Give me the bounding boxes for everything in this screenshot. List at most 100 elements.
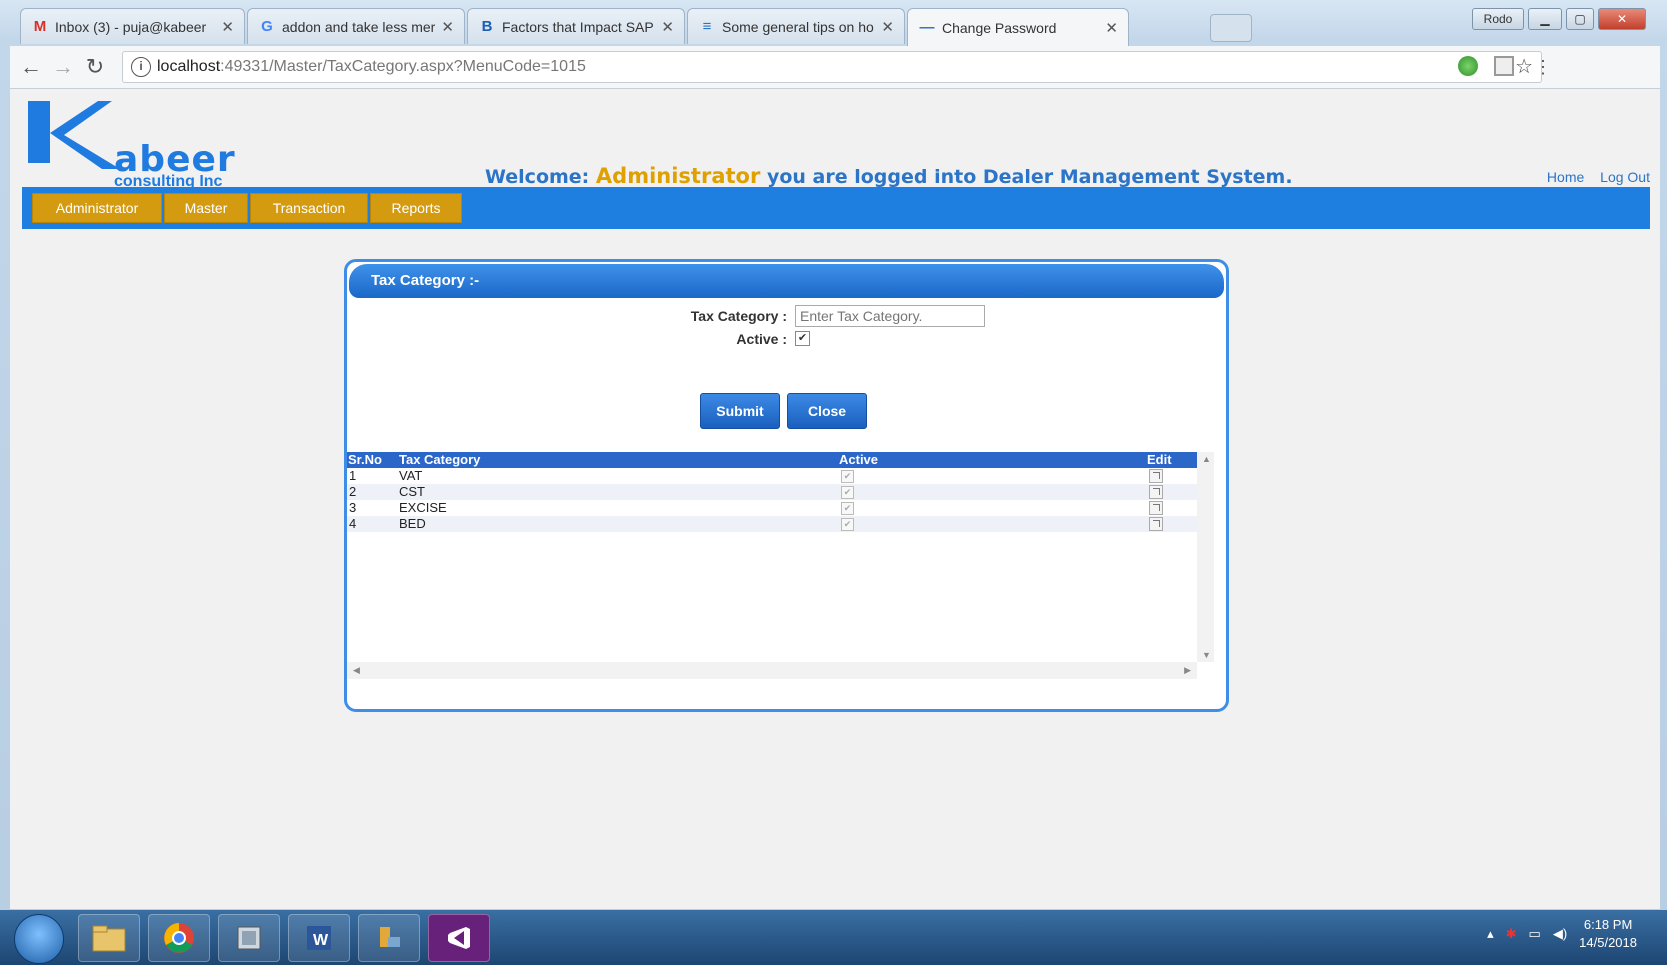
row-active-checkbox: ✔ [841, 502, 854, 515]
menu-kebab-icon[interactable]: ⋮ [1530, 54, 1556, 80]
submit-button[interactable]: Submit [700, 393, 780, 429]
table-row: 2 CST ✔ [347, 484, 1197, 500]
cell-srno: 2 [349, 484, 357, 499]
cell-tax-category: EXCISE [399, 500, 447, 515]
page-content: abeer consulting Inc Welcome: Administra… [10, 89, 1660, 909]
menu-administrator[interactable]: Administrator [32, 193, 162, 223]
column-header-srno: Sr.No [348, 452, 382, 467]
cell-srno: 1 [349, 468, 357, 483]
tab-change-password[interactable]: — Change Password ✕ [907, 8, 1129, 46]
clock-time: 6:18 PM [1583, 917, 1633, 932]
main-menu: Administrator Master Transaction Reports [22, 187, 1650, 229]
system-tray: ▴ ✱ ▭ ◀) 6:18 PM 14/5/2018 [1487, 916, 1637, 952]
browser-window: M Inbox (3) - puja@kabeer ✕ G addon and … [0, 0, 1667, 965]
tab-addon[interactable]: G addon and take less mer ✕ [247, 8, 465, 44]
new-tab-button[interactable] [1210, 14, 1252, 42]
visual-studio-icon[interactable] [428, 914, 490, 962]
close-tab-icon[interactable]: ✕ [441, 18, 454, 36]
panel-title: Tax Category :- [349, 264, 1224, 298]
welcome-user: Administrator [595, 164, 761, 188]
cell-tax-category: BED [399, 516, 426, 531]
info-icon[interactable]: i [131, 57, 151, 77]
extension-icon[interactable] [1458, 56, 1478, 76]
url-path: :49331/Master/TaxCategory.aspx?MenuCode=… [220, 58, 586, 75]
google-icon: G [261, 18, 273, 35]
welcome-message: Welcome: Administrator you are logged in… [485, 164, 1293, 188]
tab-title: Factors that Impact SAP [502, 18, 654, 35]
edit-icon[interactable] [1149, 469, 1163, 483]
kabeer-logo: abeer consulting Inc [28, 99, 248, 190]
close-button[interactable]: Close [787, 393, 867, 429]
row-active-checkbox: ✔ [841, 518, 854, 531]
app-icon[interactable] [218, 914, 280, 962]
file-explorer-icon[interactable] [78, 914, 140, 962]
row-active-checkbox: ✔ [841, 486, 854, 499]
tax-category-label: Tax Category : [690, 308, 787, 324]
close-tab-icon[interactable]: ✕ [1105, 19, 1118, 37]
page-icon: — [919, 19, 935, 36]
tab-strip: M Inbox (3) - puja@kabeer ✕ G addon and … [10, 0, 1660, 46]
close-window-button[interactable]: ✕ [1598, 8, 1646, 30]
vertical-scrollbar[interactable]: ▲ ▼ [1197, 452, 1214, 662]
start-button[interactable] [14, 914, 64, 964]
menu-transaction[interactable]: Transaction [250, 193, 368, 223]
logout-link[interactable]: Log Out [1600, 169, 1650, 185]
navigation-bar: ← → ↻ i localhost :49331/Master/TaxCateg… [10, 46, 1660, 89]
reload-icon[interactable]: ↻ [82, 54, 108, 80]
close-tab-icon[interactable]: ✕ [881, 18, 894, 36]
chrome-icon[interactable] [148, 914, 210, 962]
column-header-edit: Edit [1147, 452, 1172, 467]
doc-icon: ≡ [702, 18, 712, 35]
forward-arrow-icon[interactable]: → [50, 54, 76, 80]
back-arrow-icon[interactable]: ← [18, 54, 44, 80]
cell-tax-category: CST [399, 484, 425, 499]
scroll-down-arrow-icon[interactable]: ▼ [1202, 650, 1211, 660]
minimize-button[interactable]: ▁ [1528, 8, 1562, 30]
extension-box-icon[interactable] [1494, 56, 1514, 76]
address-bar[interactable]: i localhost :49331/Master/TaxCategory.as… [122, 51, 1542, 83]
edit-icon[interactable] [1149, 501, 1163, 515]
menu-master[interactable]: Master [164, 193, 248, 223]
clock-date: 14/5/2018 [1579, 935, 1637, 950]
table-row: 4 BED ✔ [347, 516, 1197, 532]
menu-reports[interactable]: Reports [370, 193, 462, 223]
welcome-suffix: you are logged into Dealer Management Sy… [766, 166, 1293, 188]
grid-header: Sr.No Tax Category Active Edit [347, 452, 1197, 468]
tab-title: Inbox (3) - puja@kabeer [55, 18, 207, 35]
tab-inbox[interactable]: M Inbox (3) - puja@kabeer ✕ [20, 8, 245, 44]
svg-text:W: W [313, 932, 329, 949]
close-tab-icon[interactable]: ✕ [661, 18, 674, 36]
scroll-up-arrow-icon[interactable]: ▲ [1202, 454, 1211, 464]
cell-srno: 3 [349, 500, 357, 515]
windows-taskbar: W ▴ ✱ ▭ ◀) 6:18 PM 14/5/2018 [0, 910, 1667, 965]
column-header-tax-category: Tax Category [399, 452, 481, 467]
tray-expand-icon[interactable]: ▴ [1487, 926, 1494, 942]
blog-icon: B [481, 18, 493, 35]
tray-app-icon[interactable]: ✱ [1506, 926, 1517, 942]
active-checkbox[interactable]: ✔ [795, 331, 810, 346]
clock[interactable]: 6:18 PM 14/5/2018 [1579, 916, 1637, 952]
tab-tips[interactable]: ≡ Some general tips on ho ✕ [687, 8, 905, 44]
row-active-checkbox: ✔ [841, 470, 854, 483]
tab-title: addon and take less mer [282, 18, 436, 35]
close-tab-icon[interactable]: ✕ [221, 18, 234, 36]
network-icon[interactable]: ▭ [1529, 926, 1541, 942]
tax-category-input[interactable] [795, 305, 985, 327]
tab-title: Some general tips on ho [722, 18, 874, 35]
tool-icon[interactable] [358, 914, 420, 962]
window-controls: Rodo ▁ ▢ ✕ [1472, 8, 1646, 30]
profile-button[interactable]: Rodo [1472, 8, 1524, 30]
volume-icon[interactable]: ◀) [1553, 926, 1567, 942]
edit-icon[interactable] [1149, 485, 1163, 499]
scroll-right-arrow-icon[interactable]: ▶ [1184, 665, 1191, 676]
home-link[interactable]: Home [1547, 169, 1584, 185]
table-row: 3 EXCISE ✔ [347, 500, 1197, 516]
scroll-left-arrow-icon[interactable]: ◀ [353, 665, 360, 676]
word-icon[interactable]: W [288, 914, 350, 962]
table-row: 1 VAT ✔ [347, 468, 1197, 484]
maximize-button[interactable]: ▢ [1566, 8, 1594, 30]
edit-icon[interactable] [1149, 517, 1163, 531]
horizontal-scrollbar[interactable]: ◀ ▶ [347, 662, 1197, 679]
top-links: Home Log Out [1535, 169, 1650, 185]
tab-factors[interactable]: B Factors that Impact SAP ✕ [467, 8, 685, 44]
